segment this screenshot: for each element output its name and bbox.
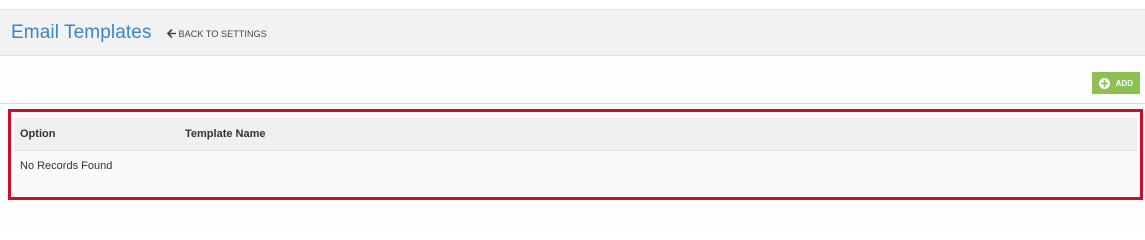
arrow-left-icon: [166, 29, 176, 38]
table-header: Option Template Name: [14, 118, 1137, 151]
column-header-option[interactable]: Option: [14, 128, 179, 140]
toolbar: ADD: [0, 57, 1145, 104]
column-header-template-name[interactable]: Template Name: [179, 128, 1137, 140]
back-to-settings-link[interactable]: BACK TO SETTINGS: [166, 28, 267, 39]
page-header: Email Templates BACK TO SETTINGS: [0, 10, 1145, 56]
plus-circle-icon: [1098, 77, 1110, 89]
page-title: Email Templates: [11, 21, 152, 43]
back-to-settings-label: BACK TO SETTINGS: [178, 28, 267, 39]
add-button-label: ADD: [1115, 78, 1133, 88]
page: Email Templates BACK TO SETTINGS ADD Opt…: [0, 0, 1145, 227]
top-strip: [0, 0, 1145, 10]
add-button[interactable]: ADD: [1091, 72, 1140, 94]
templates-table: Option Template Name No Records Found: [8, 109, 1143, 200]
empty-state-message: No Records Found: [20, 160, 113, 172]
